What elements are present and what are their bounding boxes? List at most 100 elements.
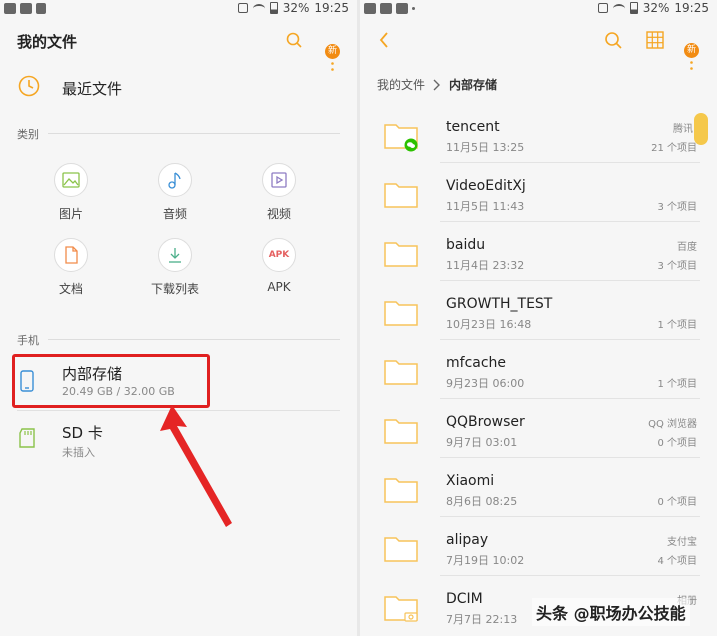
apk-icon-text: APK: [268, 250, 290, 260]
folder-count: 4 个项目: [657, 556, 697, 567]
battery-icon: [269, 2, 278, 14]
folder-icon: [384, 478, 418, 503]
camera-badge-icon: [404, 612, 418, 622]
app-notification-icon: [36, 3, 46, 14]
notification-icons: [4, 3, 46, 14]
divider: [48, 133, 340, 134]
wechat-badge-icon: [404, 138, 418, 152]
folder-icon: [384, 301, 418, 326]
music-icon: [158, 163, 192, 197]
wifi-icon: [612, 3, 625, 13]
folder-date: 9月23日 06:00: [446, 377, 525, 390]
folder-count: 0 个项目: [657, 438, 697, 449]
category-label: APK: [267, 280, 291, 294]
folder-icon: [384, 183, 418, 208]
mute-icon: [597, 3, 608, 13]
folder-tag: 百度: [677, 242, 697, 253]
app-notification-icon: [20, 3, 32, 14]
new-badge: 新: [684, 43, 699, 58]
scroll-handle[interactable]: [694, 113, 708, 145]
folder-row[interactable]: GROWTH_TEST 10月23日 16:48 1 个项目: [360, 281, 717, 340]
folder-count: 3 个项目: [657, 261, 697, 272]
folder-date: 8月6日 08:25: [446, 495, 518, 508]
folder-row[interactable]: Xiaomi 8月6日 08:25 0 个项目: [360, 458, 717, 517]
folder-count: 3 个项目: [657, 202, 697, 213]
folder-name: baidu: [446, 237, 486, 253]
image-icon: [54, 163, 88, 197]
folder-date: 7月7日 22:13: [446, 613, 518, 626]
folder-tag: QQ 浏览器: [648, 419, 697, 430]
clock: 19:25: [674, 1, 709, 15]
divider: [48, 339, 340, 340]
category-apk[interactable]: APK APK: [249, 238, 309, 294]
category-label: 视频: [266, 207, 291, 221]
battery-text: 32%: [282, 1, 310, 15]
folder-row[interactable]: QQBrowser 9月7日 03:01 QQ 浏览器 0 个项目: [360, 399, 717, 458]
folder-date: 7月19日 10:02: [446, 554, 525, 567]
folder-tag: 腾讯: [673, 124, 693, 135]
app-notification-icon: [396, 3, 408, 14]
folder-name: GROWTH_TEST: [446, 296, 553, 312]
image-notification-icon: [364, 3, 376, 14]
red-arrow-annotation: [160, 405, 232, 527]
folder-date: 10月23日 16:48: [446, 318, 532, 331]
folder-name: DCIM: [446, 591, 483, 607]
category-label: 文档: [58, 282, 83, 296]
category-section-label: 类别: [17, 128, 39, 141]
new-badge: 新: [325, 44, 340, 59]
folder-name: tencent: [446, 119, 500, 135]
apk-icon: APK: [262, 238, 296, 272]
download-icon: [158, 238, 192, 272]
wifi-icon: [252, 3, 265, 13]
search-icon[interactable]: [604, 31, 622, 49]
folder-row[interactable]: baidu 11月4日 23:32 百度 3 个项目: [360, 222, 717, 281]
category-downloads[interactable]: 下载列表: [145, 238, 205, 297]
folder-count: 1 个项目: [657, 320, 697, 331]
category-documents[interactable]: 文档: [41, 238, 101, 297]
back-arrow-icon[interactable]: [379, 32, 389, 48]
category-label: 音频: [162, 207, 187, 221]
category-audio[interactable]: 音频: [145, 163, 205, 222]
storage-status: 未插入: [62, 446, 95, 459]
folder-row[interactable]: VideoEditXj 11月5日 11:43 3 个项目: [360, 163, 717, 222]
clock: 19:25: [314, 1, 349, 15]
status-right: 32% 19:25: [597, 1, 709, 15]
folder-name: Xiaomi: [446, 473, 495, 489]
folder-name: QQBrowser: [446, 414, 525, 430]
folder-name: alipay: [446, 532, 489, 548]
recent-files-item[interactable]: 最近文件: [0, 65, 357, 109]
category-images[interactable]: 图片: [41, 163, 101, 222]
grid-view-icon[interactable]: [646, 31, 664, 49]
folder-date: 11月5日 13:25: [446, 141, 525, 154]
chevron-right-icon: [433, 79, 441, 90]
breadcrumb: 我的文件 内部存储: [377, 76, 497, 93]
left-screen: 32% 19:25 我的文件 新 最近文件 类别 图片 音频 视频 文档 下载列…: [0, 0, 357, 636]
status-right: 32% 19:25: [237, 1, 349, 15]
page-title: 我的文件: [17, 33, 78, 51]
highlight-annotation-box: [12, 354, 210, 408]
folder-tag: 支付宝: [667, 537, 697, 548]
watermark: 头条 @职场办公技能: [532, 598, 690, 626]
folder-count: 21 个项目: [651, 143, 697, 154]
more-notifications-icon: [412, 7, 415, 10]
folder-name: VideoEditXj: [446, 178, 526, 194]
mute-icon: [237, 3, 248, 13]
category-video[interactable]: 视频: [249, 163, 309, 222]
more-options-icon[interactable]: [690, 61, 693, 70]
status-bar: 32% 19:25: [0, 0, 357, 18]
sd-card-icon: [19, 428, 35, 448]
folder-icon: [384, 242, 418, 267]
folder-icon: [384, 537, 418, 562]
folder-row[interactable]: alipay 7月19日 10:02 支付宝 4 个项目: [360, 517, 717, 576]
video-icon: [262, 163, 296, 197]
folder-row[interactable]: tencent 11月5日 13:25 腾讯 21 个项目: [360, 104, 717, 163]
folder-count: 1 个项目: [657, 379, 697, 390]
folder-row[interactable]: mfcache 9月23日 06:00 1 个项目: [360, 340, 717, 399]
folder-date: 11月4日 23:32: [446, 259, 525, 272]
search-icon[interactable]: [286, 32, 302, 48]
clock-icon: [18, 75, 40, 97]
breadcrumb-root[interactable]: 我的文件: [377, 76, 425, 93]
app-notification-icon: [4, 3, 16, 14]
document-icon: [54, 238, 88, 272]
phone-section-label: 手机: [17, 334, 39, 347]
